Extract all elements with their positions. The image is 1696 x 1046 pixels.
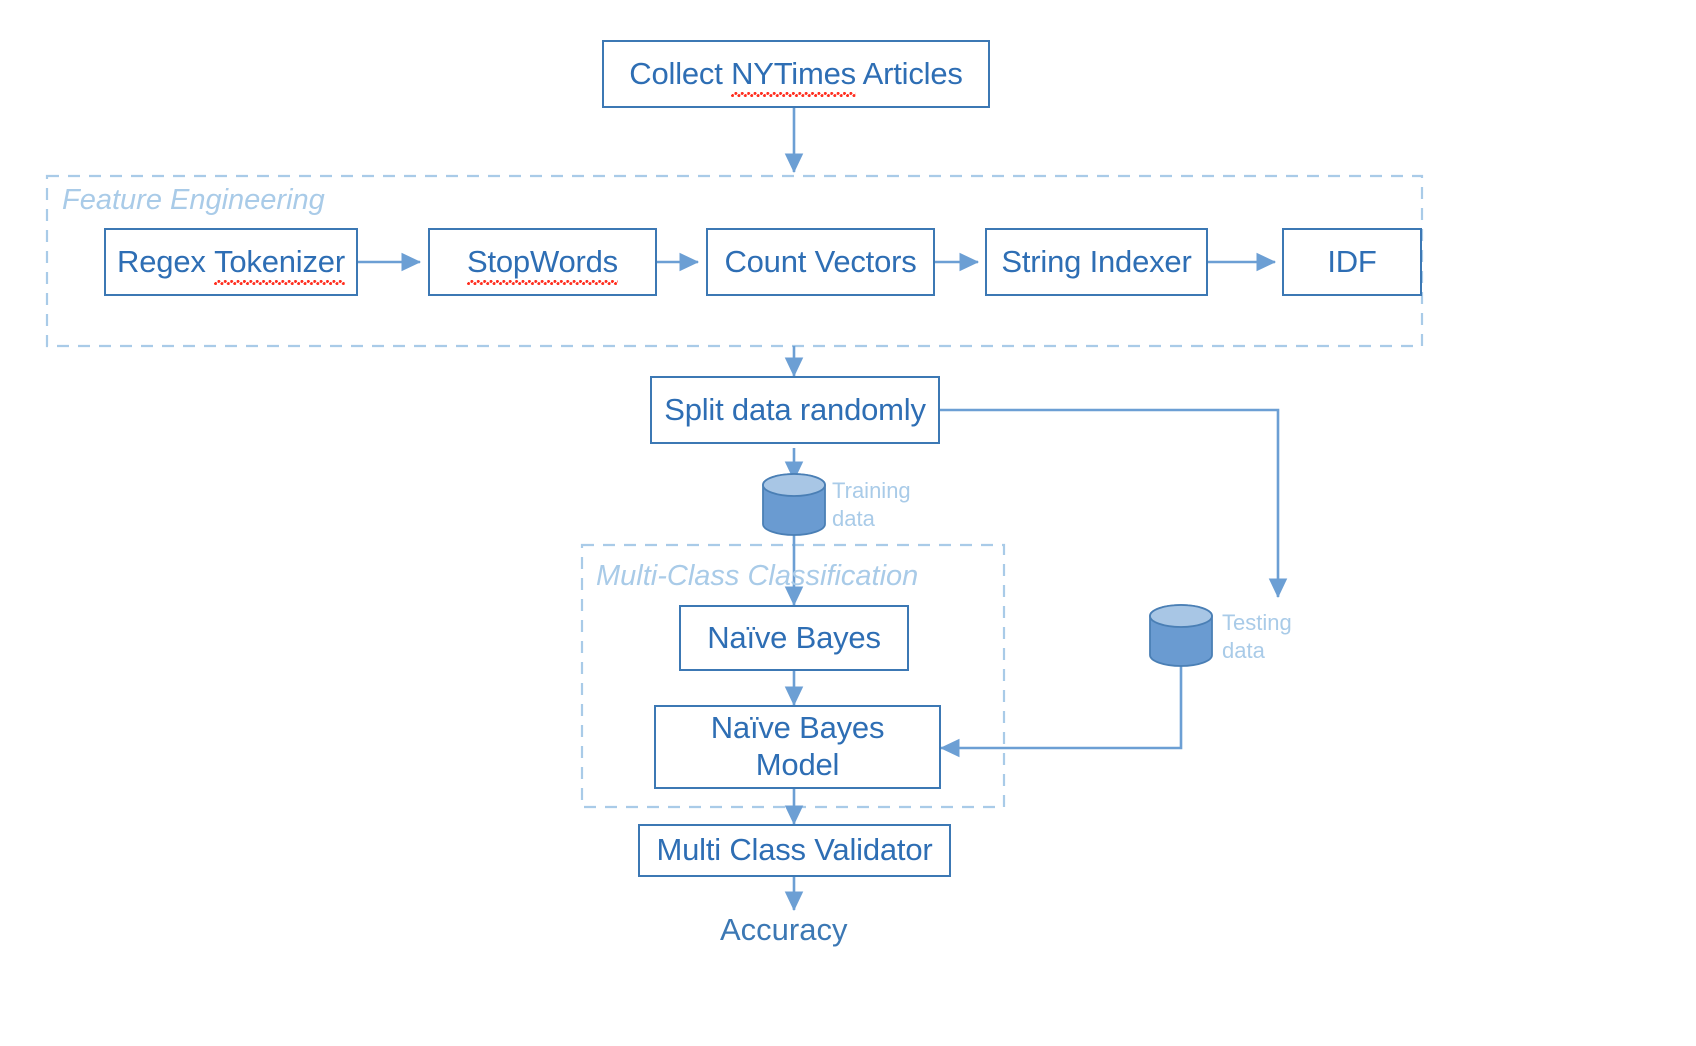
regex-misspelled-word: Tokenizer: [214, 243, 345, 285]
node-collect-label: Collect NYTimes Articles: [629, 55, 963, 97]
collect-suffix-text: Articles: [855, 55, 963, 91]
node-stopwords-label: StopWords: [467, 243, 618, 285]
node-accuracy: Accuracy: [720, 912, 848, 947]
regex-prefix-text: Regex: [117, 243, 215, 279]
node-regex-tokenizer-label: Regex Tokenizer: [117, 243, 345, 285]
node-naive-bayes[interactable]: Naïve Bayes: [679, 605, 909, 671]
collect-prefix-text: Collect: [629, 55, 732, 91]
testing-data-label: Testing data: [1222, 610, 1292, 663]
multi-class-classification-group-label: Multi-Class Classification: [596, 560, 919, 592]
node-multi-class-validator[interactable]: Multi Class Validator: [638, 824, 951, 877]
node-count-vectors[interactable]: Count Vectors: [706, 228, 935, 296]
testing-data-cylinder: [1149, 604, 1213, 667]
node-split-data-randomly[interactable]: Split data randomly: [650, 376, 940, 444]
training-data-cylinder: [762, 473, 826, 536]
arrow-split-to-testing-data: [940, 408, 1288, 599]
feature-engineering-group-label: Feature Engineering: [62, 184, 325, 216]
node-idf[interactable]: IDF: [1282, 228, 1422, 296]
arrow-testing-data-to-model: [939, 665, 1183, 758]
node-collect-nytimes-articles[interactable]: Collect NYTimes Articles: [602, 40, 990, 108]
flowchart-canvas: Feature Engineering Multi-Class Classifi…: [0, 0, 1696, 1046]
node-stopwords[interactable]: StopWords: [428, 228, 657, 296]
collect-misspelled-word: NYTimes: [731, 55, 856, 97]
node-string-indexer[interactable]: String Indexer: [985, 228, 1208, 296]
training-data-label: Training data: [832, 478, 911, 531]
node-regex-tokenizer[interactable]: Regex Tokenizer: [104, 228, 358, 296]
node-naive-bayes-model[interactable]: Naïve Bayes Model: [654, 705, 941, 789]
